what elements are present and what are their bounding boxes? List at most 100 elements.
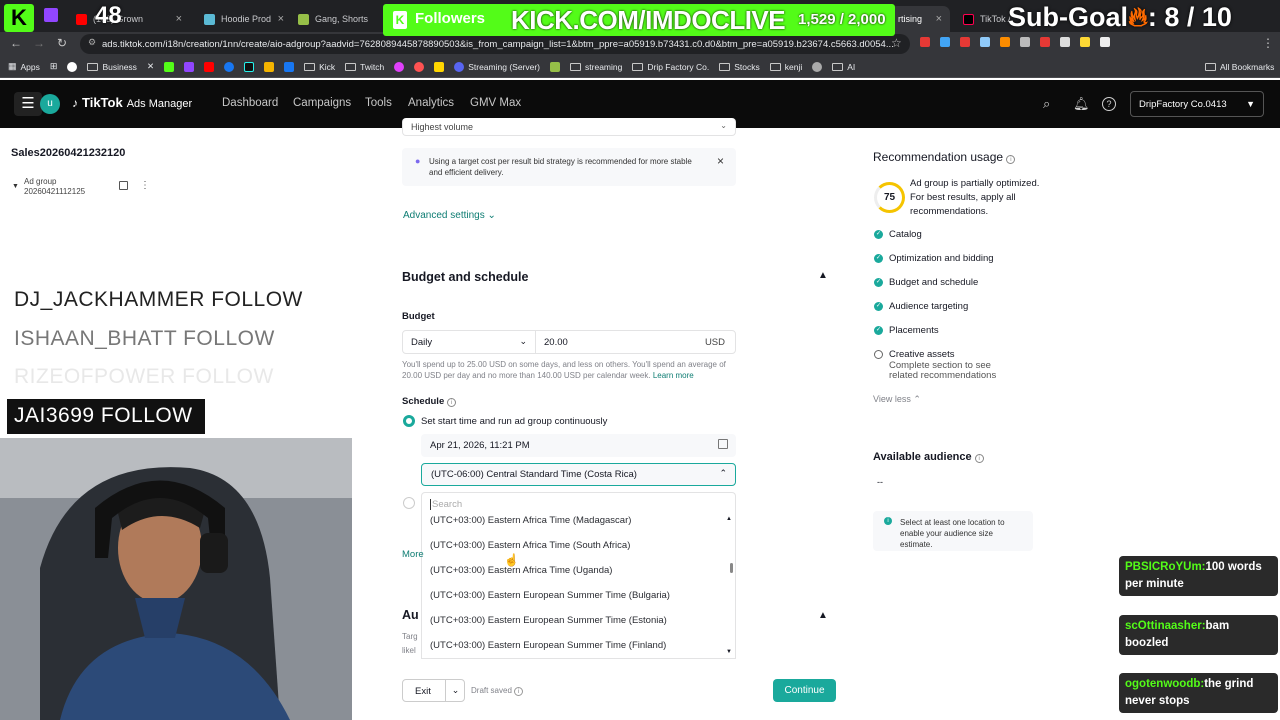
nav-dashboard[interactable]: Dashboard [222, 97, 278, 109]
adgroup-name[interactable]: Ad group 20260421112125 [24, 177, 116, 197]
bookmark-youtube[interactable] [204, 61, 215, 72]
browser-tab[interactable]: TikTok Ad [955, 6, 1010, 32]
info-icon[interactable]: i [446, 398, 456, 407]
url-input[interactable]: ⚙ ads.tiktok.com/i18n/creation/1nn/creat… [80, 34, 910, 54]
timezone-select[interactable]: (UTC-06:00) Central Standard Time (Costa… [421, 463, 736, 486]
bookmark-folder-stocks[interactable]: Stocks [719, 62, 760, 72]
continue-button[interactable]: Continue [773, 679, 836, 702]
exit-button[interactable]: Exit ⌄ [402, 679, 465, 702]
back-icon[interactable]: ← [10, 36, 22, 50]
bookmark-icon-only[interactable]: ⊞ [50, 61, 58, 72]
bookmark-twitch[interactable] [184, 61, 195, 72]
extension-icon[interactable] [1040, 37, 1050, 47]
forward-icon[interactable]: → [33, 36, 45, 50]
extension-icon[interactable] [1100, 37, 1110, 47]
budget-type-select[interactable]: Daily ⌄ [402, 330, 536, 354]
timezone-option[interactable]: (UTC+03:00) Eastern Africa Time (Madagas… [430, 515, 631, 526]
extension-icon[interactable] [940, 37, 950, 47]
nav-analytics[interactable]: Analytics [408, 97, 454, 109]
browser-tab[interactable]: Hoodie Prod × [196, 6, 292, 32]
extension-icon[interactable] [1060, 37, 1070, 47]
collapse-caret-icon[interactable]: ▼ [12, 183, 19, 190]
extension-icon[interactable] [1080, 37, 1090, 47]
info-icon[interactable]: i [1006, 155, 1016, 164]
rec-item-budget[interactable]: Budget and schedule [889, 277, 978, 288]
rec-item-audience[interactable]: Audience targeting [889, 301, 968, 312]
start-time-input[interactable]: Apr 21, 2026, 11:21 PM [421, 434, 736, 457]
rec-item-placements[interactable]: Placements [889, 325, 939, 336]
more-options-icon[interactable]: ⋮ [140, 180, 150, 191]
chevron-down-icon[interactable]: ⌄ [445, 680, 465, 701]
bid-select[interactable]: Highest volume ⌄ [402, 118, 736, 136]
bookmark-google[interactable] [67, 61, 78, 72]
bookmark-folder-kick[interactable]: Kick [304, 62, 335, 72]
scroll-up-icon[interactable]: ▲ [726, 516, 732, 522]
reload-icon[interactable]: ↻ [57, 36, 67, 50]
bookmark-folder-business[interactable]: Business [87, 62, 137, 72]
browser-tab-active[interactable]: rtising × [890, 6, 950, 32]
bookmark-site[interactable] [394, 61, 405, 72]
site-info-icon[interactable]: ⚙ [88, 37, 96, 48]
copy-icon[interactable] [119, 181, 128, 190]
bookmark-site[interactable] [284, 61, 295, 72]
nav-gmv-max[interactable]: GMV Max [470, 97, 521, 109]
browser-tab[interactable]: Gang, Shorts [290, 6, 382, 32]
scroll-down-icon[interactable]: ▼ [726, 649, 732, 655]
search-icon[interactable]: ⌕ [1043, 96, 1050, 112]
budget-amount-input[interactable]: 20.00 USD [535, 330, 736, 354]
close-icon[interactable]: × [717, 154, 724, 168]
close-icon[interactable]: × [176, 13, 182, 25]
menu-dots-icon[interactable]: ⋮ [1262, 36, 1274, 50]
bookmark-kick[interactable] [164, 61, 175, 72]
bookmark-folder-drip[interactable]: Drip Factory Co. [632, 62, 709, 72]
bookmark-facebook[interactable] [224, 61, 235, 72]
bookmark-streaming-server[interactable]: Streaming (Server) [454, 61, 540, 72]
extension-icon[interactable] [920, 37, 930, 47]
account-selector[interactable]: DripFactory Co.0413 ▼ [1130, 91, 1264, 117]
chevron-up-icon[interactable]: ▲ [818, 610, 828, 621]
info-icon[interactable]: i [514, 687, 524, 696]
help-icon[interactable]: ? [1102, 97, 1116, 111]
timezone-option[interactable]: (UTC+03:00) Eastern Africa Time (Uganda) [430, 565, 612, 576]
bookmark-folder-twitch[interactable]: Twitch [345, 62, 384, 72]
close-icon[interactable]: × [936, 13, 942, 25]
all-bookmarks[interactable]: All Bookmarks [1205, 62, 1274, 72]
bookmark-site[interactable] [812, 61, 823, 72]
tiktok-logo[interactable]: ♪ TikTok Ads Manager [72, 95, 192, 110]
bookmark-folder-streaming[interactable]: streaming [570, 62, 622, 72]
rec-item-optimization[interactable]: Optimization and bidding [889, 253, 994, 264]
bookmark-apps[interactable]: ▦ Apps [8, 61, 40, 72]
view-less-link[interactable]: View less ⌃ [873, 394, 921, 405]
learn-more-link[interactable]: Learn more [653, 371, 694, 380]
campaign-name[interactable]: Sales20260421232120 [11, 147, 125, 159]
bookmark-tiktok[interactable] [244, 61, 255, 72]
nav-campaigns[interactable]: Campaigns [293, 97, 351, 109]
bookmark-site[interactable] [434, 61, 445, 72]
bookmark-site[interactable] [264, 61, 275, 72]
bookmark-folder-kenji[interactable]: kenji [769, 62, 802, 72]
extension-icon[interactable] [1000, 37, 1010, 47]
extension-icon[interactable] [1020, 37, 1030, 47]
rec-item-catalog[interactable]: Catalog [889, 229, 922, 240]
timezone-option[interactable]: (UTC+03:00) Eastern European Summer Time… [430, 615, 667, 626]
more-link[interactable]: More [402, 549, 424, 560]
bookmark-folder-ai[interactable]: AI [832, 62, 855, 72]
extension-icon[interactable] [960, 37, 970, 47]
nav-tools[interactable]: Tools [365, 97, 392, 109]
bell-icon[interactable]: 🔔︎ [1073, 96, 1090, 112]
browser-tab[interactable]: (103) Grown × [68, 6, 190, 32]
schedule-continuous-radio[interactable] [403, 415, 415, 427]
info-icon[interactable]: i [974, 454, 984, 463]
timezone-option[interactable]: (UTC+03:00) Eastern European Summer Time… [430, 590, 670, 601]
bookmark-x[interactable]: ✕ [147, 61, 154, 72]
avatar[interactable]: u [40, 94, 60, 114]
rec-item-creative[interactable]: Creative assets [889, 349, 954, 360]
extension-icon[interactable] [980, 37, 990, 47]
scrollbar-thumb[interactable] [730, 563, 733, 573]
close-icon[interactable]: × [278, 13, 284, 25]
bookmark-site[interactable] [414, 61, 425, 72]
timezone-option[interactable]: (UTC+03:00) Eastern Africa Time (South A… [430, 540, 630, 551]
advanced-settings-link[interactable]: Advanced settings ⌄ [403, 210, 496, 221]
bookmark-star-icon[interactable]: ☆ [891, 36, 902, 50]
chevron-up-icon[interactable]: ▲ [818, 270, 828, 281]
